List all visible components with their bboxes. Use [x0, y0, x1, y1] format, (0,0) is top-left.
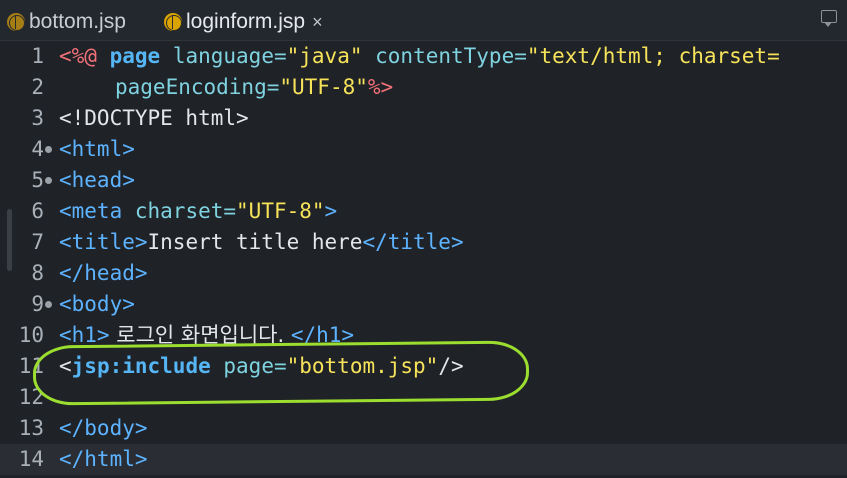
line-number: 10 — [18, 323, 44, 347]
line-number: 1 — [31, 44, 44, 68]
line-number: 13 — [18, 416, 44, 440]
code-text: <body> — [59, 292, 135, 316]
tab-bottom-jsp[interactable]: bottom.jsp — [7, 6, 126, 38]
code-text: <!DOCTYPE html> — [59, 106, 249, 130]
code-line: 6 <meta charset="UTF-8"> — [0, 196, 847, 227]
code-text: <head> — [59, 168, 135, 192]
line-number: 8 — [31, 261, 44, 285]
code-text: <%@ page language="java" contentType="te… — [59, 44, 780, 68]
code-line: 2 pageEncoding="UTF-8"%> — [0, 72, 847, 103]
code-text: </body> — [59, 416, 148, 440]
jsp-file-icon — [164, 13, 182, 31]
code-text: <meta charset="UTF-8"> — [59, 199, 338, 223]
line-number: 14 — [18, 447, 44, 471]
code-text: pageEncoding="UTF-8"%> — [115, 75, 394, 99]
code-editor[interactable]: 1 <%@ page language="java" contentType="… — [0, 41, 847, 478]
code-text: </head> — [59, 261, 148, 285]
code-line: 3 <!DOCTYPE html> — [0, 103, 847, 134]
code-line: 5 <head> — [0, 165, 847, 196]
highlight-annotation — [32, 340, 530, 406]
line-number: 7 — [31, 230, 44, 254]
line-number: 5 — [31, 168, 44, 192]
code-text: <title>Insert title here</title> — [59, 230, 464, 254]
comment-icon[interactable] — [821, 10, 837, 27]
code-text: </html> — [59, 447, 148, 471]
code-line: 9 <body> — [0, 289, 847, 320]
line-number: 4 — [31, 137, 44, 161]
code-line: 13 </body> — [0, 413, 847, 444]
code-line: 8 </head> — [0, 258, 847, 289]
jsp-file-icon — [7, 13, 25, 31]
fold-icon[interactable] — [45, 301, 52, 308]
line-number: 9 — [31, 292, 44, 316]
tab-loginform-jsp[interactable]: loginform.jsp × — [164, 6, 323, 38]
close-icon[interactable]: × — [312, 12, 323, 33]
fold-icon[interactable] — [45, 177, 52, 184]
line-number: 2 — [31, 75, 44, 99]
tab-label: loginform.jsp — [186, 10, 306, 33]
code-line: 1 <%@ page language="java" contentType="… — [0, 41, 847, 72]
editor-tab-bar: bottom.jsp loginform.jsp × — [0, 0, 847, 41]
line-number: 6 — [31, 199, 44, 223]
tab-label: bottom.jsp — [29, 10, 126, 33]
line-number: 3 — [31, 106, 44, 130]
code-line-current: 14 </html> — [0, 444, 847, 475]
code-line: 4 <html> — [0, 134, 847, 165]
code-line: 7 <title>Insert title here</title> — [0, 227, 847, 258]
code-text: <html> — [59, 137, 135, 161]
fold-icon[interactable] — [45, 146, 52, 153]
